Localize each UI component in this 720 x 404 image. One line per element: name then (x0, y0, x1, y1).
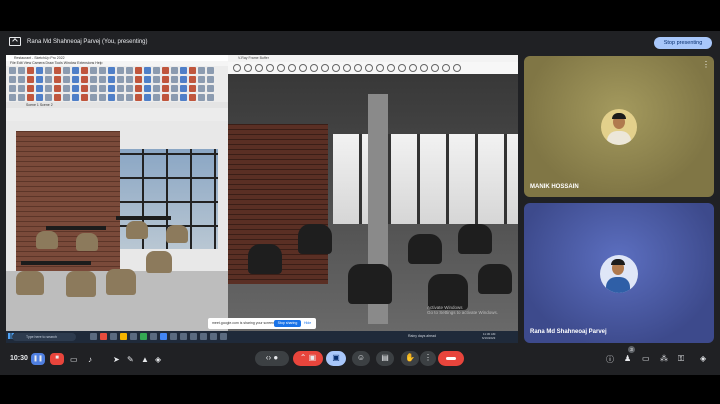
chair (166, 225, 188, 243)
chair (458, 224, 492, 254)
people-icon[interactable]: ♟ (624, 354, 631, 363)
taskbar-date: 6/19/2023 (482, 336, 496, 340)
table (116, 216, 171, 220)
activities-icon[interactable]: ⁂ (660, 354, 668, 363)
chair (408, 234, 442, 264)
camera-toggle-button[interactable]: ⌃ ▣ (293, 351, 323, 366)
eraser-icon[interactable]: ◈ (155, 355, 161, 364)
glass-window (333, 134, 518, 224)
presentation-bar: Rana Md Shahneoaj Parvej (You, presentin… (0, 31, 720, 53)
notice-hide-link[interactable]: Hide (304, 320, 311, 327)
meeting-clock: 10:30 (10, 355, 28, 362)
toolbar-row (6, 84, 228, 93)
stop-recording-button[interactable]: ■ (50, 353, 64, 365)
activate-windows-sub: Go to Settings to activate Windows. (427, 310, 499, 315)
present-screen-icon (9, 37, 21, 46)
avatar-body (606, 277, 630, 293)
pen-icon[interactable]: ✎ (127, 355, 134, 364)
avatar-hair (612, 113, 626, 119)
lock-icon[interactable]: ⚿ (678, 354, 684, 364)
present-icon: ▣ (332, 353, 340, 362)
participant-tile[interactable]: ⋮ MANIK HOSSAIN (524, 56, 714, 197)
table (21, 261, 91, 265)
chair (36, 231, 58, 249)
captions-button[interactable]: ▤ (376, 351, 394, 366)
vray-title: V-Ray Frame Buffer (228, 55, 518, 62)
end-call-button[interactable] (438, 351, 464, 366)
notice-stop-sharing-button[interactable]: Stop sharing (274, 320, 301, 327)
scene-tabs: Scene 1 Scene 2 (6, 102, 228, 108)
chair (66, 271, 96, 297)
windows-taskbar (6, 331, 518, 343)
chair (126, 221, 148, 239)
reactions-button[interactable]: ☺ (352, 351, 370, 366)
vray-toolbar (228, 62, 518, 74)
emoji-icon: ☺ (356, 353, 366, 362)
render-viewport (228, 74, 518, 336)
avatar-body (607, 131, 631, 145)
chair (348, 264, 392, 304)
stop-presenting-button[interactable]: Stop presenting (654, 37, 712, 49)
mic-icon[interactable]: ♪ (88, 355, 92, 364)
stop-icon: ■ (55, 355, 59, 361)
sketchup-viewport (6, 121, 228, 336)
pause-recording-button[interactable]: ❚❚ (31, 353, 45, 365)
more-apps-icon[interactable]: ◈ (700, 354, 706, 363)
chair (478, 264, 512, 294)
participant-name: MANIK HOSSAIN (530, 184, 579, 190)
mic-toggle-button[interactable]: ‹› ● (255, 351, 289, 366)
taskbar-clock: 11:30 AM 6/19/2023 (482, 332, 495, 340)
captions-icon: ▤ (381, 353, 389, 362)
brick-wall (16, 131, 120, 291)
avatar-hair (611, 259, 625, 265)
participant-name: Rana Md Shahneoaj Parvej (530, 329, 607, 335)
chair (106, 269, 136, 295)
avatar (600, 255, 638, 293)
chair (248, 244, 282, 274)
participant-tile[interactable]: Rana Md Shahneoaj Parvej (524, 203, 714, 343)
avatar (601, 109, 637, 145)
chair (298, 224, 332, 254)
present-button[interactable]: ▣ (326, 351, 346, 366)
sketchup-window: Restaurant - SketchUp Pro 2022 File Edit… (6, 55, 228, 336)
toolbar-row (6, 75, 228, 84)
weather-widget[interactable]: Rainy days ahead (408, 334, 436, 338)
vray-window: V-Ray Frame Buffer (228, 55, 518, 336)
chair (146, 251, 172, 273)
chair (16, 271, 44, 295)
hand-icon: ✋ (405, 353, 415, 362)
more-options-button[interactable]: ⋮ (420, 351, 436, 366)
taskbar-apps[interactable] (90, 333, 227, 340)
highlighter-icon[interactable]: ▲ (141, 355, 149, 364)
table (46, 226, 106, 230)
microphone-icon: ‹› ● (265, 353, 279, 362)
more-vert-icon: ⋮ (424, 353, 432, 362)
toolbar-row (6, 66, 228, 75)
pause-icon: ❚❚ (32, 356, 44, 362)
presenter-label: Rana Md Shahneoaj Parvej (You, presentin… (27, 39, 148, 45)
chat-icon[interactable]: ▭ (642, 354, 650, 363)
more-options-icon[interactable]: ⋮ (702, 60, 710, 69)
info-icon[interactable]: ⓘ (606, 354, 614, 365)
shared-screen: Restaurant - SketchUp Pro 2022 File Edit… (6, 55, 518, 336)
chair (76, 233, 98, 251)
camera-off-icon: ⌃ ▣ (299, 353, 317, 362)
toolbar-row (6, 93, 228, 102)
participants-count-badge: 3 (628, 346, 635, 353)
taskbar-search[interactable]: Type here to search (12, 333, 76, 341)
raise-hand-button[interactable]: ✋ (401, 351, 419, 366)
camera-icon[interactable]: ▭ (70, 355, 78, 364)
cursor-icon[interactable]: ➤ (113, 355, 120, 364)
activate-windows-watermark: Activate Windows Go to Settings to activ… (427, 305, 498, 315)
